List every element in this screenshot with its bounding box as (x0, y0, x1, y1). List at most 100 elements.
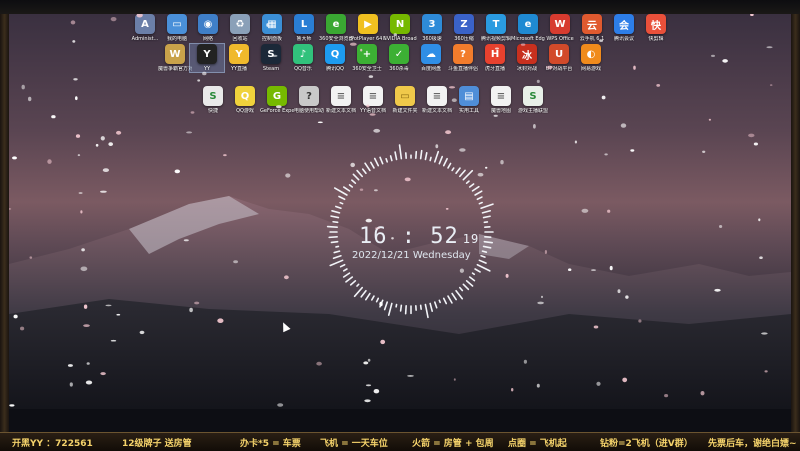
desktop-icon-tencent-video-editor[interactable]: T腾讯视频剪辑 (479, 14, 513, 42)
desktop-icon-tools[interactable]: ▤实用工具 (452, 86, 486, 114)
clock-time: 16 : 5219 (359, 224, 479, 249)
user-folder-icon: A (135, 14, 155, 34)
desktop-icon-streamer-union[interactable]: S游戏主播联盟 (516, 86, 550, 114)
desktop-icon-steam[interactable]: SSteam (254, 44, 288, 72)
icon-label: QQ游戏 (228, 108, 262, 114)
desktop-icon-wps[interactable]: WWPS Office (543, 14, 577, 42)
desktop-icon-360-antivirus[interactable]: ✓360杀毒 (382, 44, 416, 72)
desktop-icon-potplayer[interactable]: ▶ PotPlayer 64 bit (351, 14, 385, 42)
yy-live-icon: Y (229, 44, 249, 64)
ludashi-icon: L (294, 14, 314, 34)
cloud-phone-icon: 云 (582, 14, 602, 34)
icon-label: PotPlayer 64 bit (351, 36, 385, 42)
control-panel-icon: ▦ (262, 14, 282, 34)
desktop-icon-warcraft-platform[interactable]: W魔兽争霸官方对战平台 (158, 44, 192, 72)
stream-ticker-bar: 开黑YY ：722561 12级牌子 送房管 办卡*5 = 车票 飞机 = 一天… (0, 432, 800, 451)
desktop-icon-qq-music[interactable]: ♪QQ音乐 (286, 44, 320, 72)
desktop-icon-qq-games[interactable]: QQQ游戏 (228, 86, 262, 114)
desktop-icon-geforce-experience[interactable]: G GeForce Experience (260, 86, 294, 114)
document-icon: S (523, 86, 543, 106)
desktop-icon-control-panel[interactable]: ▦控制面板 (255, 14, 289, 42)
icon-label: 虎牙直播 (478, 66, 512, 72)
desktop-icon-tencent-meeting[interactable]: 会腾讯会议 (607, 14, 641, 42)
visualizer-bar (439, 157, 442, 164)
desktop-icon-help[interactable]: ?电脑使用帮助 (292, 86, 326, 114)
clock-minutes: 52 (430, 224, 459, 249)
desktop-icon-shortcut[interactable]: S快捷 (196, 86, 230, 114)
desktop-icon-new-folder[interactable]: ▭新建文件夹 (388, 86, 422, 114)
visualizer-bar (335, 188, 347, 195)
computer-icon: ▭ (167, 14, 187, 34)
desktop-icon-360-speed[interactable]: 3360极速 (415, 14, 449, 42)
visualizer-bar (385, 302, 388, 310)
qq-penguin-icon: Q (325, 44, 345, 64)
visualizer-bar (391, 156, 392, 161)
visualizer-bar (452, 168, 454, 170)
speed-browser-icon: 3 (422, 14, 442, 34)
desktop-icon-ludashi[interactable]: L鲁大师 (287, 14, 321, 42)
visualizer-bar (328, 227, 338, 228)
desktop-icon-kuaijianji[interactable]: 快快剪辑 (639, 14, 673, 42)
warcraft-icon: W (165, 44, 185, 64)
visualizer-bar (350, 185, 353, 187)
desktop-icon-recycle-bin[interactable]: ♻ 回收站 (223, 14, 257, 42)
desktop-icon-360-zip[interactable]: Z360压缩 (447, 14, 481, 42)
desktop-icon-baidu-netdisk[interactable]: ☁百度网盘 (414, 44, 448, 72)
desktop-icon-my-computer[interactable]: ▭我的电脑 (160, 14, 194, 42)
visualizer-bar (377, 298, 379, 301)
desktop-icon-360-security[interactable]: +360安全卫士 (350, 44, 384, 72)
visualizer-bar (365, 163, 370, 170)
ticker-item: 12级牌子 送房管 (122, 436, 192, 449)
desktop-icon-360-browser[interactable]: e360安全浏览器 (319, 14, 353, 42)
desktop-icon-network[interactable]: ◉网络 (191, 14, 225, 42)
desktop-icon-nvidia-broadcast[interactable]: NNVIDIA Broadcast (383, 14, 417, 42)
left-frame-border (0, 14, 9, 432)
visualizer-bar (463, 284, 468, 289)
icon-label: 快捷 (196, 108, 230, 114)
visualizer-bar (430, 157, 431, 160)
geforce-icon: G (267, 86, 287, 106)
music-icon: ♪ (293, 44, 313, 64)
desktop-icon-text-doc-2[interactable]: ≡新建文本文档 (420, 86, 454, 114)
desktop-icon-douyu[interactable]: ?斗鱼直播伴侣 (446, 44, 480, 72)
icon-label: 斗鱼直播伴侣 (446, 66, 480, 72)
desktop-icon-warcraft-maps[interactable]: ≡魔兽地图 (484, 86, 518, 114)
visualizer-bar (435, 302, 437, 308)
desktop-icon-text-doc-1[interactable]: ≡新建文本文档 (324, 86, 358, 114)
visualizer-bar (336, 206, 341, 208)
visualizer-bar (331, 216, 338, 217)
icon-label: 回收站 (223, 36, 257, 42)
visualizer-bar (477, 265, 489, 271)
desktop-icon-yy[interactable]: YYY (190, 44, 224, 72)
cloud-icon: ☁ (421, 44, 441, 64)
browser-icon: e (326, 14, 346, 34)
desktop-icon-edge[interactable]: eMicrosoft Edge (511, 14, 545, 42)
desktop-icon-netease-games[interactable]: ◐网易游戏 (574, 44, 608, 72)
wps-icon: W (550, 14, 570, 34)
visualizer-bar (444, 159, 447, 166)
icon-label: 网络 (191, 36, 225, 42)
potplayer-icon: ▶ (358, 14, 378, 34)
nvidia-icon: N (390, 14, 410, 34)
recycle-bin-icon: ♻ (230, 14, 250, 34)
visualizer-bar (386, 159, 387, 162)
desktop-icon-yy-live[interactable]: YYY直播 (222, 44, 256, 72)
desktop-icon-yy-doc[interactable]: ≡YY语音文档 (356, 86, 390, 114)
visualizer-bar (357, 171, 362, 177)
up-platform-icon: U (549, 44, 569, 64)
icon-label: 360压缩 (447, 36, 481, 42)
icon-label: 腾讯会议 (607, 36, 641, 42)
desktop-icon-bingfeng[interactable]: 冰冰封对战 (510, 44, 544, 72)
visualizer-bar (475, 191, 482, 195)
desktop-icon-cloud-phone[interactable]: 云云手机 6.1 (575, 14, 609, 42)
desktop-icon-administrator[interactable]: AAdminist... (128, 14, 162, 42)
icon-label: YY语音文档 (356, 108, 390, 114)
ticker-item: 开黑YY ：722561 (12, 436, 93, 449)
ticker-item: 办卡*5 = 车票 (240, 436, 301, 449)
icon-label: GeForce Experience (260, 108, 294, 114)
desktop-icon-qq[interactable]: Q腾讯QQ (318, 44, 352, 72)
visualizer-bar (456, 291, 462, 299)
visualizer-bar (361, 291, 366, 297)
desktop-icon-huya[interactable]: H虎牙直播 (478, 44, 512, 72)
desktop-icon-up-platform[interactable]: UUP对战平台 (542, 44, 576, 72)
